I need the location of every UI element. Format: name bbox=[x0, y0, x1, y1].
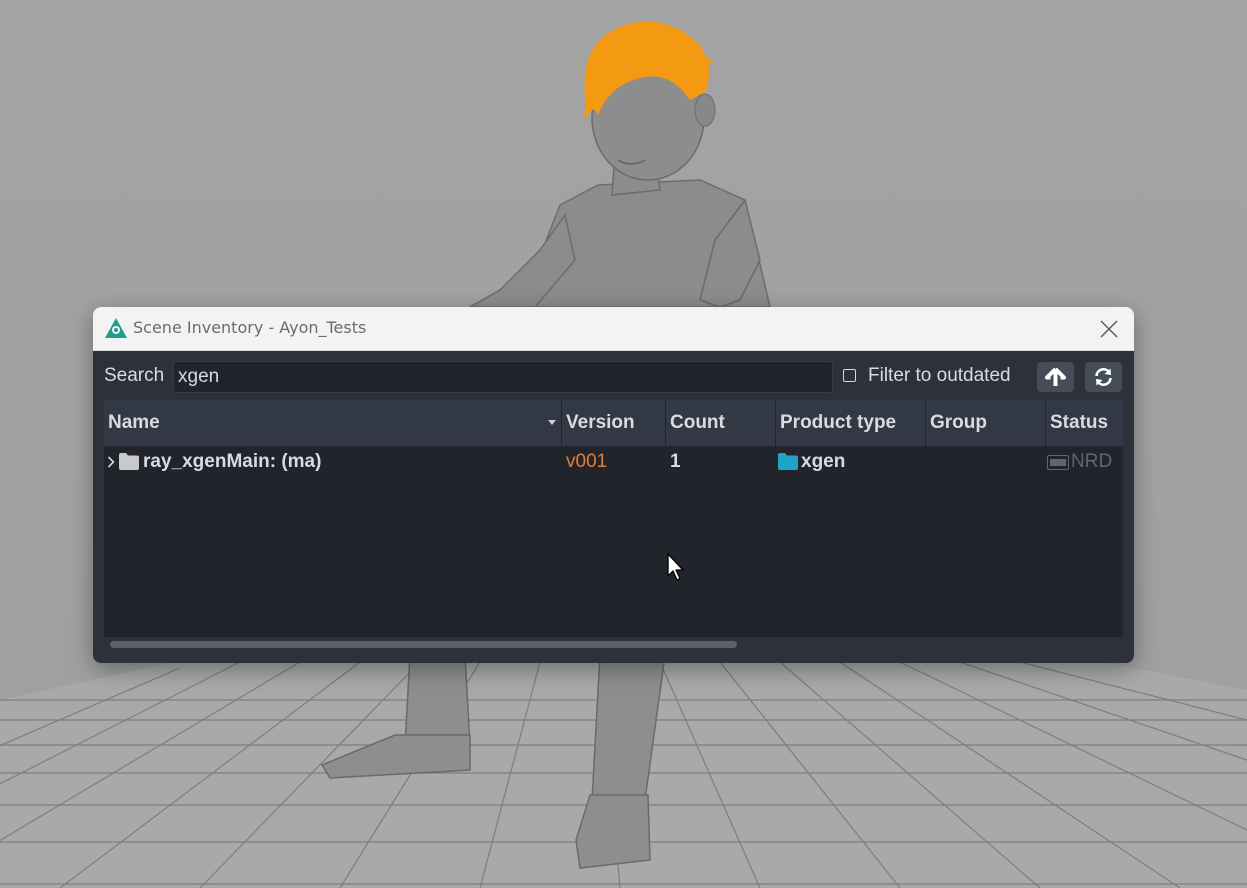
search-label: Search bbox=[104, 365, 165, 386]
column-header-count[interactable]: Count bbox=[666, 400, 776, 446]
column-header-group[interactable]: Group bbox=[926, 400, 1046, 446]
filter-outdated-label[interactable]: Filter to outdated bbox=[868, 365, 1011, 387]
update-to-latest-button[interactable] bbox=[1037, 362, 1074, 392]
mouse-cursor-icon bbox=[667, 553, 684, 581]
column-header-name[interactable]: Name bbox=[104, 400, 562, 446]
chevron-right-icon[interactable] bbox=[107, 456, 115, 468]
table-header: Name Version Count Product type Group St… bbox=[104, 400, 1123, 446]
window-title: Scene Inventory - Ayon_Tests bbox=[133, 318, 367, 337]
ayon-logo-icon bbox=[105, 318, 127, 338]
folder-icon bbox=[778, 453, 798, 470]
refresh-button[interactable] bbox=[1085, 362, 1122, 392]
column-header-status[interactable]: Status bbox=[1046, 400, 1123, 446]
new-badge-icon bbox=[1047, 455, 1069, 470]
search-input[interactable] bbox=[173, 361, 833, 393]
character-body bbox=[467, 149, 771, 308]
row-product-type: xgen bbox=[801, 451, 846, 472]
refresh-icon bbox=[1095, 368, 1112, 386]
arrow-up-icon bbox=[1045, 367, 1066, 386]
row-count: 1 bbox=[670, 451, 681, 472]
horizontal-scrollbar[interactable] bbox=[104, 637, 1123, 651]
scene-inventory-window: Scene Inventory - Ayon_Tests Search Filt… bbox=[93, 307, 1134, 663]
row-name: ray_xgenMain: (ma) bbox=[143, 451, 322, 472]
sort-indicator-icon bbox=[548, 420, 556, 425]
close-button[interactable] bbox=[1084, 307, 1134, 350]
filter-outdated-checkbox[interactable] bbox=[843, 369, 856, 382]
scrollbar-thumb[interactable] bbox=[110, 641, 737, 648]
column-header-version[interactable]: Version bbox=[562, 400, 666, 446]
table-row[interactable]: ray_xgenMain: (ma) v001 1 xgen NRD bbox=[104, 446, 1123, 478]
close-icon bbox=[1100, 320, 1118, 338]
row-version: v001 bbox=[566, 451, 608, 472]
title-bar[interactable]: Scene Inventory - Ayon_Tests bbox=[93, 307, 1134, 351]
inventory-table: Name Version Count Product type Group St… bbox=[104, 400, 1123, 651]
column-header-product-type[interactable]: Product type bbox=[776, 400, 926, 446]
row-status: NRD bbox=[1071, 451, 1113, 472]
folder-icon bbox=[119, 453, 139, 470]
